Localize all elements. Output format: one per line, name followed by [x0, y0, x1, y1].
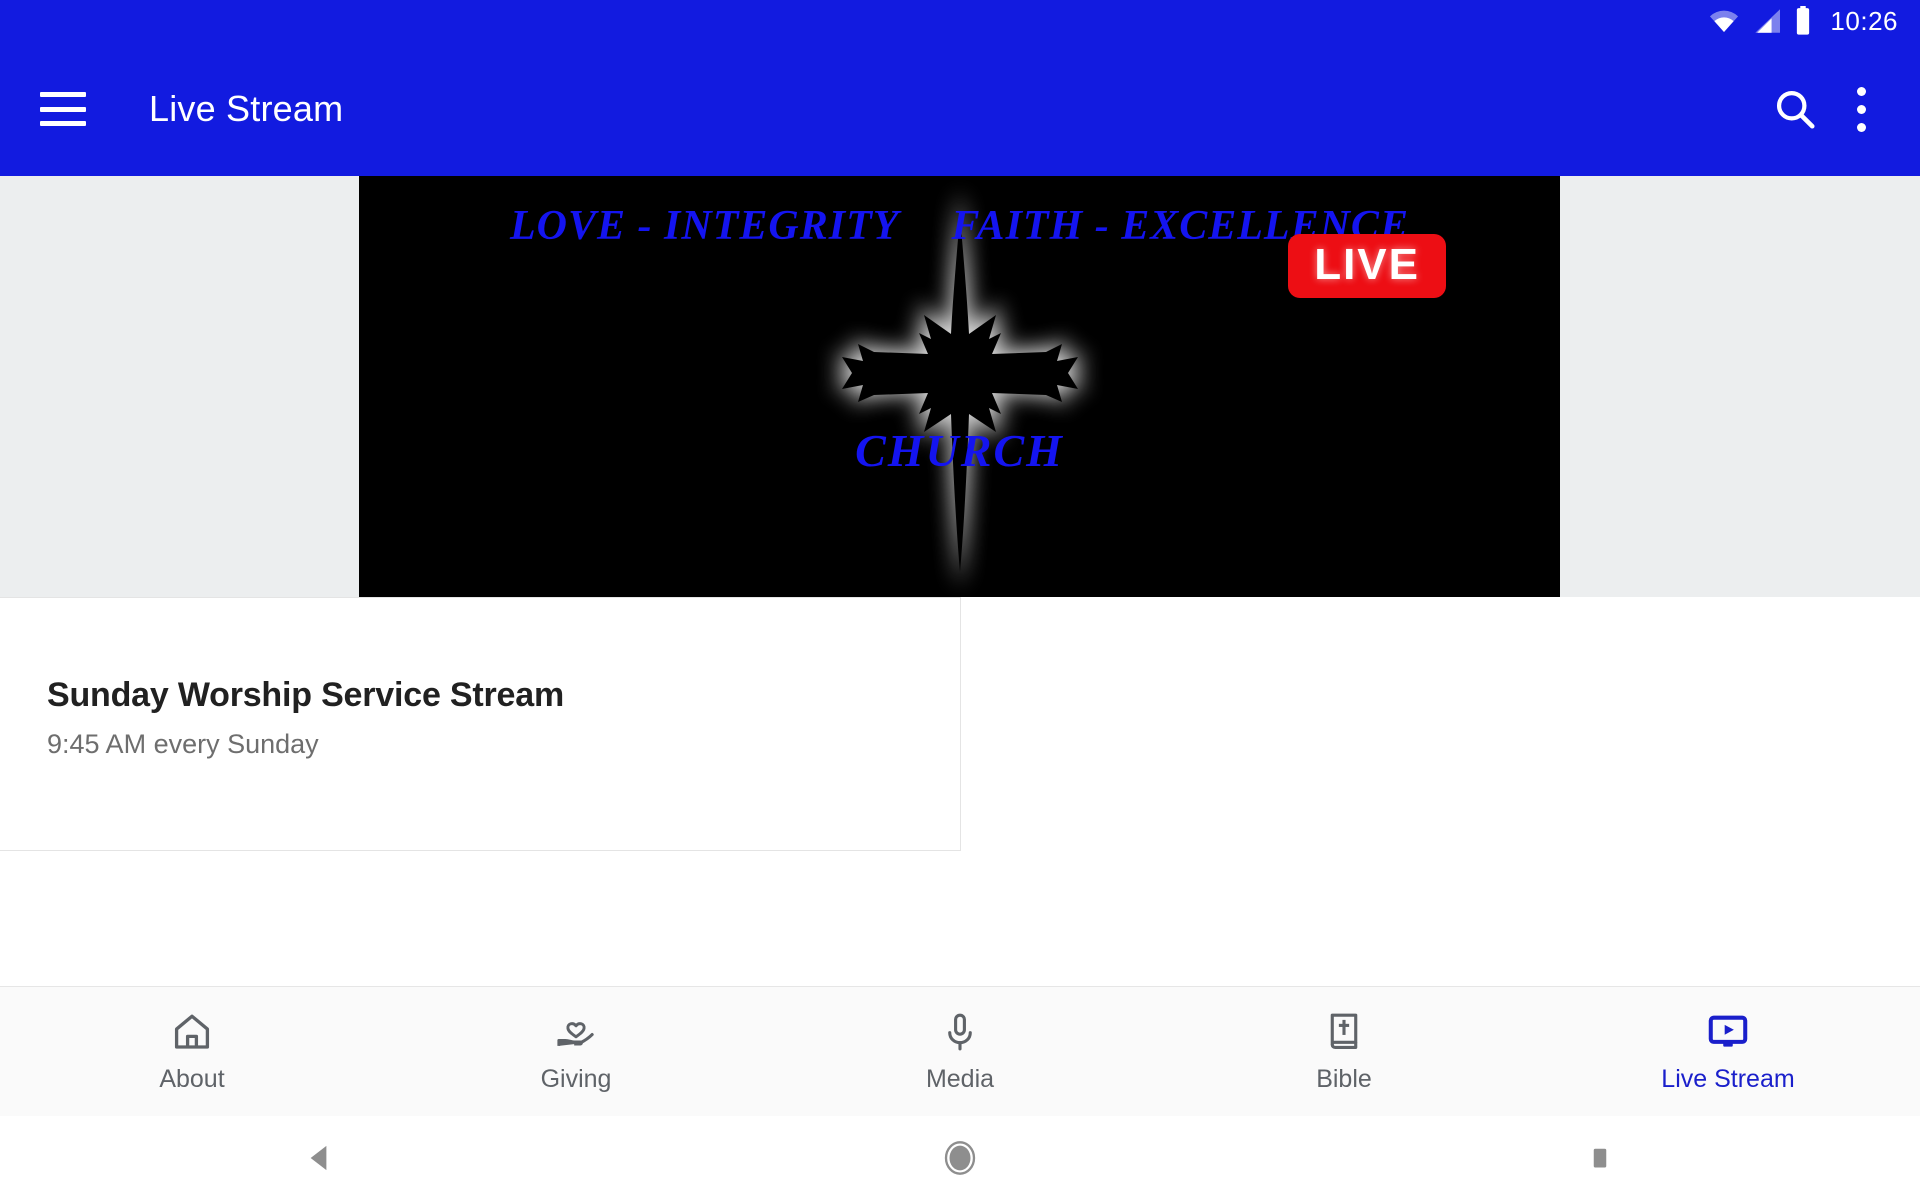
search-button[interactable]	[1762, 76, 1828, 142]
nav-tab-label: Live Stream	[1661, 1065, 1795, 1093]
player-strip: LOVE - INTEGRITY FAITH - EXCELLENCE CHURC…	[0, 176, 1920, 597]
tagline-left: LOVE - INTEGRITY	[510, 203, 900, 249]
nav-tab-label: Media	[925, 1065, 995, 1093]
banner-church-word: CHURCH	[855, 425, 1064, 476]
circle-home-icon	[944, 1141, 976, 1175]
overflow-menu-button[interactable]	[1828, 76, 1894, 142]
app-root: 10:26 Live Stream LOVE - INTEGRITY FAITH…	[0, 0, 1920, 1200]
overflow-dot	[1856, 86, 1866, 96]
bottom-navigation-bar: About Giving Media Bible Live Stream	[0, 986, 1920, 1116]
stream-info-card[interactable]: Sunday Worship Service Stream 9:45 AM ev…	[0, 597, 961, 851]
nav-tab-label: Giving	[540, 1065, 612, 1093]
content-area: LOVE - INTEGRITY FAITH - EXCELLENCE CHURC…	[0, 176, 1920, 986]
back-button[interactable]	[0, 1141, 640, 1175]
hamburger-bar	[40, 106, 86, 112]
hand-heart-icon	[554, 1009, 598, 1055]
stream-schedule: 9:45 AM every Sunday	[47, 729, 319, 759]
stream-title: Sunday Worship Service Stream	[47, 676, 564, 714]
nav-tab-about[interactable]: About	[0, 987, 384, 1116]
nav-tab-media[interactable]: Media	[768, 987, 1152, 1116]
live-monitor-icon	[1706, 1009, 1750, 1055]
hamburger-menu-icon[interactable]	[40, 92, 86, 126]
search-icon	[1776, 90, 1815, 129]
recents-button[interactable]	[1280, 1143, 1920, 1173]
home-button[interactable]	[640, 1138, 1280, 1178]
nav-tab-label: Bible	[1316, 1065, 1372, 1093]
hamburger-bar	[40, 92, 86, 97]
nav-tab-label: About	[159, 1065, 225, 1093]
microphone-icon	[938, 1009, 982, 1055]
nav-tab-live-stream[interactable]: Live Stream	[1536, 987, 1920, 1116]
overflow-dot	[1856, 104, 1866, 114]
nav-tab-bible[interactable]: Bible	[1152, 987, 1536, 1116]
battery-icon	[1797, 6, 1810, 35]
bible-book-icon	[1322, 1009, 1366, 1055]
status-bar: 10:26	[0, 0, 1920, 42]
triangle-back-icon	[310, 1145, 327, 1171]
live-stream-thumbnail[interactable]: LOVE - INTEGRITY FAITH - EXCELLENCE CHURC…	[359, 176, 1560, 597]
square-recents-icon	[1593, 1148, 1607, 1168]
page-title: Live Stream	[149, 88, 344, 129]
live-badge: LIVE	[1288, 234, 1446, 299]
overflow-dot	[1856, 122, 1866, 132]
wifi-icon	[1710, 10, 1739, 33]
app-bar: Live Stream	[0, 42, 1920, 176]
status-bar-clock: 10:26	[1830, 5, 1898, 36]
android-system-nav	[0, 1116, 1920, 1200]
hamburger-bar	[40, 121, 86, 126]
overflow-menu-icon	[1856, 86, 1866, 132]
cell-signal-icon	[1755, 9, 1781, 33]
nav-tab-giving[interactable]: Giving	[384, 987, 768, 1116]
home-icon	[170, 1009, 214, 1055]
status-bar-icons: 10:26	[1708, 6, 1898, 37]
